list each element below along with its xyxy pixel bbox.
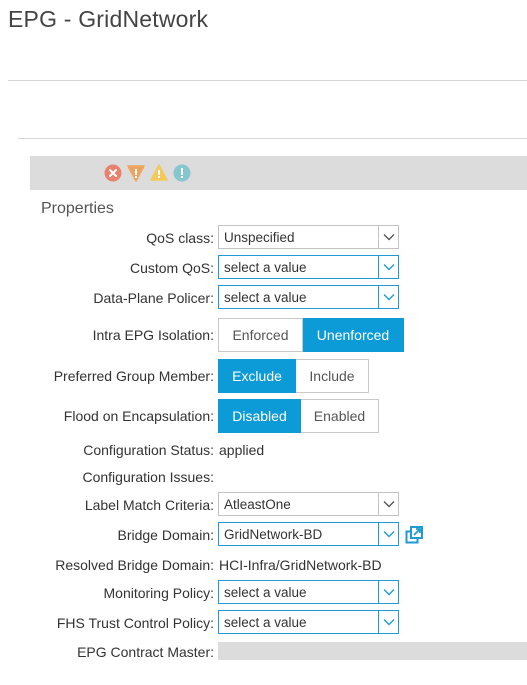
unenforced-option[interactable]: Unenforced — [303, 318, 404, 352]
intra-epg-isolation-toggle: Enforced Unenforced — [218, 318, 404, 352]
epg-contract-master-label: EPG Contract Master: — [77, 644, 214, 660]
chevron-down-icon[interactable] — [378, 611, 398, 633]
intra-epg-isolation-row: Intra EPG Isolation: Enforced Unenforced — [0, 318, 527, 352]
data-plane-policer-placeholder: select a value — [224, 289, 307, 305]
chevron-down-icon[interactable] — [378, 493, 398, 515]
custom-qos-row: Custom QoS: select a value — [0, 253, 527, 283]
configuration-status-row: Configuration Status: applied — [0, 435, 527, 465]
exclude-option[interactable]: Exclude — [218, 359, 296, 393]
chevron-down-icon[interactable] — [378, 226, 398, 248]
fhs-trust-control-policy-label: FHS Trust Control Policy: — [56, 615, 214, 631]
include-option[interactable]: Include — [296, 359, 369, 393]
qos-class-value: Unspecified — [224, 229, 295, 245]
flood-on-encapsulation-label: Flood on Encapsulation: — [63, 408, 214, 424]
flood-on-encapsulation-row: Flood on Encapsulation: Disabled Enabled — [0, 399, 527, 433]
preferred-group-member-label: Preferred Group Member: — [53, 368, 214, 384]
flood-on-encapsulation-toggle: Disabled Enabled — [218, 399, 379, 433]
major-fault-icon[interactable] — [127, 164, 145, 182]
label-match-criteria-label: Label Match Criteria: — [84, 497, 214, 513]
section-title: Properties — [41, 200, 114, 217]
intra-epg-isolation-label: Intra EPG Isolation: — [92, 327, 214, 343]
qos-class-row: QoS class: Unspecified — [0, 223, 527, 253]
fhs-trust-control-policy-select[interactable]: select a value — [218, 610, 399, 634]
resolved-bridge-domain-label: Resolved Bridge Domain: — [55, 557, 214, 573]
label-match-criteria-value: AtleastOne — [224, 496, 291, 512]
open-in-new-window-icon[interactable] — [405, 526, 423, 544]
configuration-issues-row: Configuration Issues: — [0, 462, 527, 492]
bridge-domain-value: GridNetwork-BD — [224, 526, 323, 542]
label-match-criteria-row: Label Match Criteria: AtleastOne — [0, 490, 527, 520]
data-plane-policer-select[interactable]: select a value — [218, 285, 399, 309]
minor-fault-icon[interactable] — [150, 164, 168, 182]
custom-qos-label: Custom QoS: — [129, 260, 214, 276]
chevron-down-icon[interactable] — [378, 286, 398, 308]
enforced-option[interactable]: Enforced — [218, 318, 303, 352]
data-plane-policer-row: Data-Plane Policer: select a value — [0, 283, 527, 313]
enabled-option[interactable]: Enabled — [301, 399, 379, 433]
chevron-down-icon[interactable] — [378, 523, 398, 545]
chevron-down-icon[interactable] — [378, 256, 398, 278]
chevron-down-icon[interactable] — [378, 581, 398, 603]
divider — [18, 138, 527, 139]
epg-contract-master-table-header — [218, 642, 527, 660]
preferred-group-member-row: Preferred Group Member: Exclude Include — [0, 359, 527, 393]
divider — [8, 80, 527, 81]
monitoring-policy-row: Monitoring Policy: select a value — [0, 578, 527, 608]
configuration-status-label: Configuration Status: — [83, 442, 214, 458]
qos-class-select[interactable]: Unspecified — [218, 225, 399, 249]
data-plane-policer-label: Data-Plane Policer: — [93, 290, 214, 306]
preferred-group-member-toggle: Exclude Include — [218, 359, 369, 393]
monitoring-policy-select[interactable]: select a value — [218, 580, 399, 604]
warning-fault-icon[interactable] — [173, 164, 191, 182]
label-match-criteria-select[interactable]: AtleastOne — [218, 492, 399, 516]
qos-class-label: QoS class: — [146, 230, 214, 246]
configuration-status-value: applied — [219, 442, 265, 458]
disabled-option[interactable]: Disabled — [218, 399, 301, 433]
custom-qos-placeholder: select a value — [224, 259, 307, 275]
page-title: EPG - GridNetwork — [8, 6, 209, 32]
configuration-issues-label: Configuration Issues: — [82, 469, 214, 485]
critical-fault-icon[interactable] — [104, 164, 122, 182]
monitoring-policy-placeholder: select a value — [224, 584, 307, 600]
fhs-trust-control-policy-row: FHS Trust Control Policy: select a value — [0, 608, 527, 638]
fhs-trust-control-policy-placeholder: select a value — [224, 614, 307, 630]
bridge-domain-label: Bridge Domain: — [117, 527, 215, 543]
resolved-bridge-domain-row: Resolved Bridge Domain: HCI-Infra/GridNe… — [0, 550, 527, 580]
resolved-bridge-domain-value: HCI-Infra/GridNetwork-BD — [219, 557, 382, 573]
bridge-domain-row: Bridge Domain: GridNetwork-BD — [0, 520, 527, 550]
custom-qos-select[interactable]: select a value — [218, 255, 399, 279]
bridge-domain-select[interactable]: GridNetwork-BD — [218, 522, 399, 546]
monitoring-policy-label: Monitoring Policy: — [103, 585, 215, 601]
